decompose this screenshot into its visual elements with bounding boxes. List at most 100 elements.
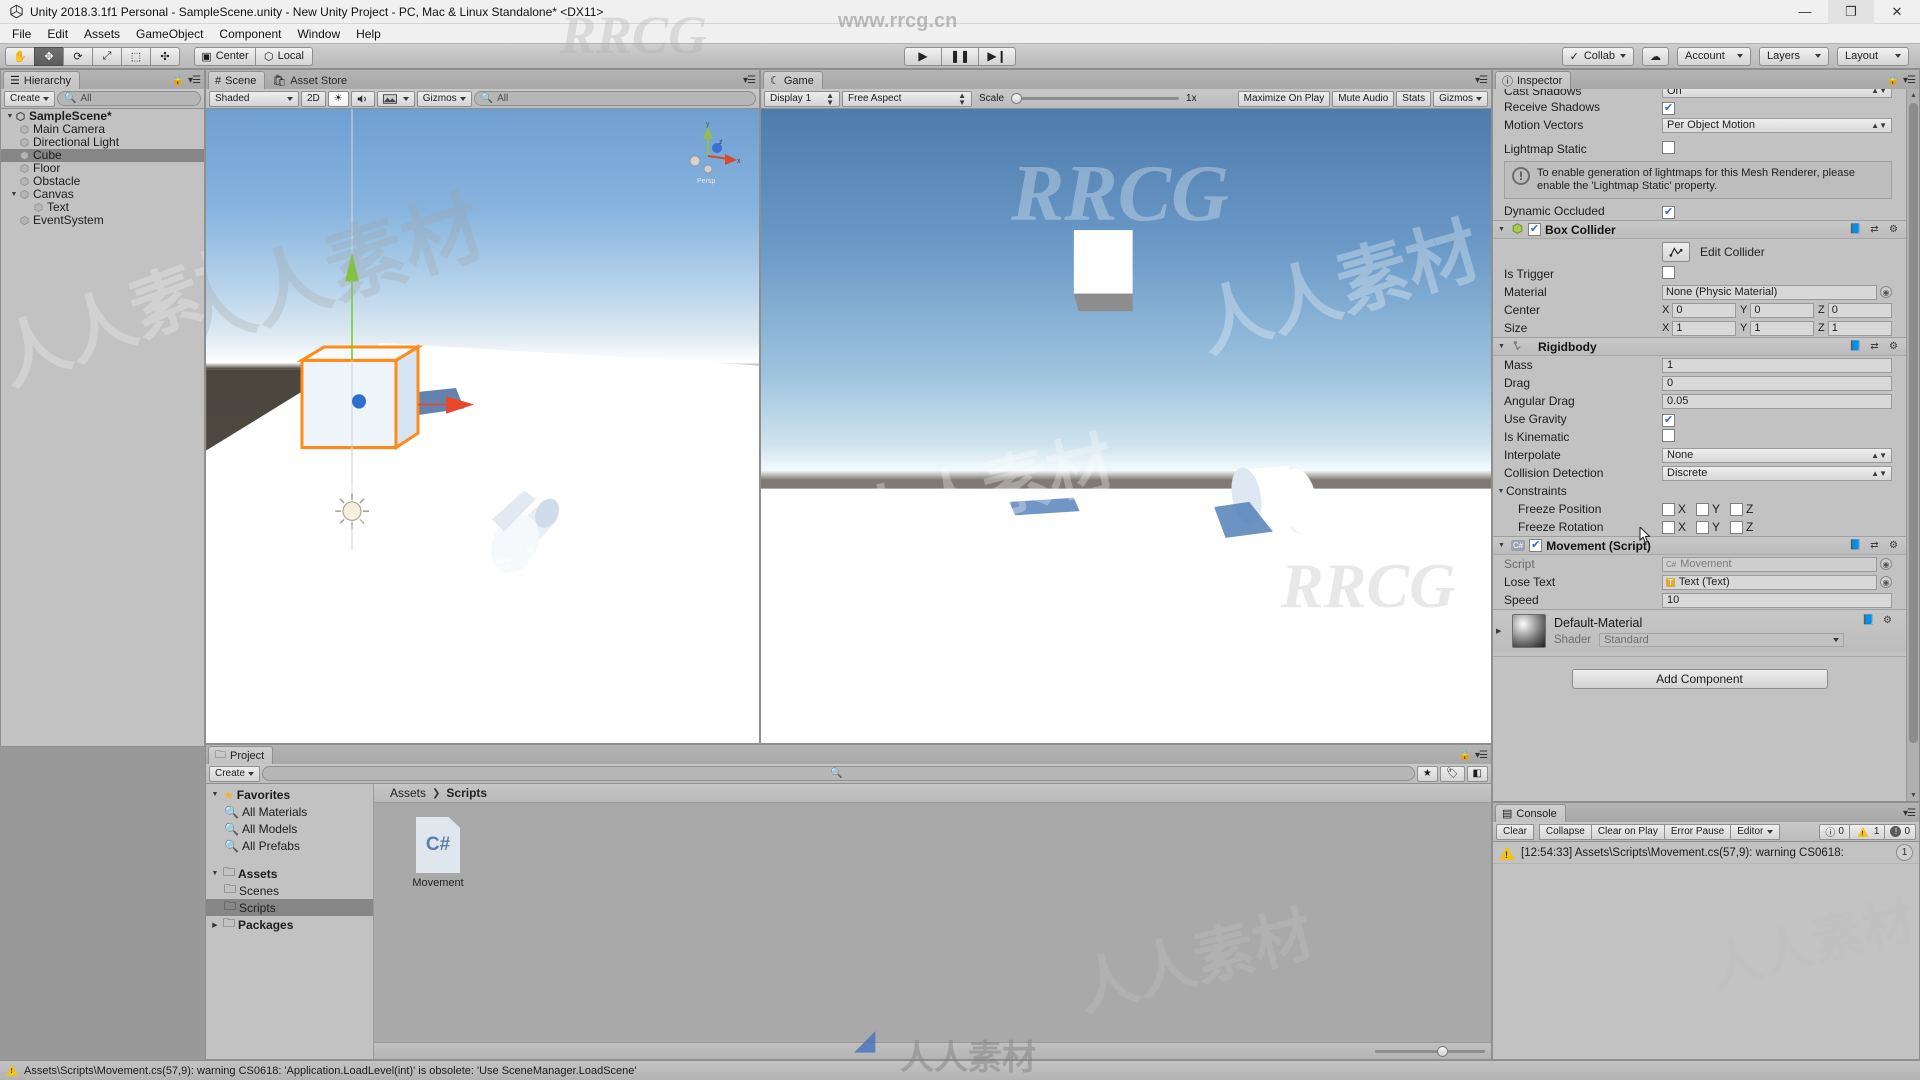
game-aspect-dropdown[interactable]: Free Aspect ▲ ▼ [842,90,972,107]
console-warning-count[interactable]: 1 [1848,823,1886,840]
tab-scene[interactable]: # Scene [208,71,266,89]
project-filter-label-icon[interactable]: 🏷 [1439,765,1465,782]
console-info-count[interactable]: ⓘ 0 [1819,823,1850,840]
box-collider-enabled-checkbox[interactable] [1528,223,1541,236]
project-tree-all-materials[interactable]: 🔍 All Materials [206,803,373,820]
lock-icon[interactable]: 🔒 [1887,75,1899,86]
help-icon[interactable]: 📘 [1849,539,1862,552]
game-maximize-on-play-toggle[interactable]: Maximize On Play [1237,90,1331,107]
tab-hierarchy[interactable]: ☰ Hierarchy [3,71,80,89]
console-collapse-toggle[interactable]: Collapse [1538,823,1592,840]
inspector-row-is-trigger[interactable]: Is Trigger [1493,265,1906,283]
cloud-button[interactable]: ☁ [1642,46,1669,66]
center-y[interactable]: Y 0 [1740,302,1814,318]
menu-file[interactable]: File [4,24,39,44]
inspector-row-collider-center[interactable]: Center X 0 Y 0 Z 0 [1493,301,1906,319]
freeze-position-y-checkbox[interactable] [1696,502,1710,516]
physic-material-input[interactable]: None (Physic Material) [1662,284,1877,300]
motion-vectors-dropdown[interactable]: Per Object Motion ▲▼ [1662,117,1892,133]
project-create-button[interactable]: Create [209,765,261,782]
console-log-list[interactable]: [12:54:33] Assets\Scripts\Movement.cs(57… [1493,842,1919,1059]
hierarchy-item-eventsystem[interactable]: EventSystem [1,214,204,227]
preset-icon[interactable]: ⇄ [1868,539,1881,552]
hand-tool-icon[interactable]: ✋ [5,46,35,66]
add-component-button[interactable]: Add Component [1571,669,1828,689]
inspector-row-drag[interactable]: Drag 0 [1493,374,1906,392]
console-clear-button[interactable]: Clear [1496,823,1534,840]
inspector-options-icon[interactable]: ▾☰ [1903,75,1916,86]
component-header-movement-script[interactable]: ▼ C# Movement (Script) 📘 ⇄ ⚙ [1493,536,1906,555]
console-error-count[interactable]: ! 0 [1884,823,1916,840]
breadcrumb-current[interactable]: Scripts [446,786,487,800]
expand-triangle-icon[interactable]: ▼ [5,113,15,120]
object-picker-icon[interactable]: ◉ [1880,558,1892,570]
inspector-row-angular-drag[interactable]: Angular Drag 0.05 [1493,392,1906,410]
menu-component[interactable]: Component [211,24,289,44]
project-tree-packages[interactable]: ▶ 🗀 Packages [206,916,373,933]
movement-script-enabled-checkbox[interactable] [1529,539,1543,552]
hierarchy-item-obstacle[interactable]: Obstacle [1,175,204,188]
inspector-row-receive-shadows[interactable]: Receive Shadows [1493,98,1906,116]
lose-text-input[interactable]: T Text (Text) [1662,574,1877,590]
component-header-rigidbody[interactable]: ▼ Rigidbody 📘 ⇄ ⚙ [1493,337,1906,356]
gear-icon[interactable]: ⚙ [1887,223,1900,236]
project-options-icon[interactable]: ▾☰ [1475,750,1488,761]
size-z[interactable]: Z 1 [1818,320,1892,336]
menu-help[interactable]: Help [348,24,389,44]
component-header-box-collider[interactable]: ▼ Box Collider 📘 ⇄ ⚙ [1493,220,1906,239]
material-block[interactable]: ▶ Default-Material Shader Standard 📘 ⚙ [1493,609,1906,652]
console-entry[interactable]: [12:54:33] Assets\Scripts\Movement.cs(57… [1493,842,1919,864]
project-search-input[interactable]: 🔍 [262,766,1415,781]
console-editor-dropdown[interactable]: Editor [1730,823,1781,840]
pivot-mode-button[interactable]: ▣ Center [194,46,256,66]
inspector-row-collision-detection[interactable]: Collision Detection Discrete ▲▼ [1493,464,1906,482]
physic-material-field[interactable]: None (Physic Material) ◉ [1662,284,1892,300]
inspector-row-script[interactable]: Script C# Movement ◉ [1493,555,1906,573]
inspector-row-interpolate[interactable]: Interpolate None ▲▼ [1493,446,1906,464]
layers-button[interactable]: Layers [1759,46,1829,66]
gear-icon[interactable]: ⚙ [1887,340,1900,353]
angular-drag-input[interactable]: 0.05 [1662,393,1892,409]
help-icon[interactable]: 📘 [1849,340,1862,353]
game-options-icon[interactable]: ▾☰ [1475,75,1488,86]
freeze-rotation-z-checkbox[interactable] [1730,520,1744,534]
hierarchy-item-canvas[interactable]: ▼ Canvas [1,188,204,201]
hierarchy-item-directional-light[interactable]: Directional Light [1,136,204,149]
asset-grid[interactable]: C# Movement 人人素材 [374,803,1491,1042]
scene-audio-toggle[interactable] [350,90,375,107]
menu-window[interactable]: Window [289,24,348,44]
tab-console[interactable]: ▤ Console [1495,804,1566,822]
project-tree-favorites[interactable]: ▼ ★ Favorites [206,786,373,803]
project-filter-type-icon[interactable]: ◧ [1466,765,1488,782]
game-stats-toggle[interactable]: Stats [1396,90,1432,107]
inspector-row-lose-text[interactable]: Lose Text T Text (Text) ◉ [1493,573,1906,591]
inspector-row-cast-shadows[interactable]: Cast Shadows On ▲▼ [1493,89,1906,98]
shader-dropdown[interactable]: Standard [1599,632,1844,647]
expand-triangle-icon[interactable]: ▶ [1496,627,1504,635]
center-z-input[interactable]: 0 [1827,302,1892,318]
play-button[interactable]: ▶ [904,46,942,66]
scene-fx-toggle[interactable] [376,90,415,107]
scene-options-icon[interactable]: ▾☰ [743,75,756,86]
scroll-up-icon[interactable]: ▲ [1907,89,1919,101]
is-trigger-checkbox[interactable] [1662,266,1675,279]
center-x[interactable]: X 0 [1662,302,1736,318]
step-button[interactable]: ▶❙ [978,46,1016,66]
center-x-input[interactable]: 0 [1672,302,1736,318]
project-tree-all-prefabs[interactable]: 🔍 All Prefabs [206,837,373,854]
expand-triangle-icon[interactable]: ▼ [210,791,220,798]
inspector-row-speed[interactable]: Speed 10 [1493,591,1906,609]
tab-asset-store[interactable]: 🛍 Asset Store [265,71,356,89]
console-clear-on-play-toggle[interactable]: Clear on Play [1590,823,1665,840]
project-tree[interactable]: ▼ ★ Favorites 🔍 All Materials 🔍 All Mode… [206,784,374,1059]
zoom-knob[interactable] [1436,1045,1448,1057]
speed-input[interactable]: 10 [1662,592,1892,608]
menu-edit[interactable]: Edit [39,24,76,44]
object-picker-icon[interactable]: ◉ [1880,286,1892,298]
status-bar[interactable]: Assets\Scripts\Movement.cs(57,9): warnin… [0,1060,1920,1080]
breadcrumb-root[interactable]: Assets [390,786,426,800]
scene-viewport[interactable]: y x z Persp RRCG 人人素材 人人素材 [206,109,759,743]
pause-button[interactable]: ❚❚ [941,46,979,66]
inspector-row-constraints[interactable]: ▼ Constraints [1493,482,1906,500]
inspector-row-collider-size[interactable]: Size X 1 Y 1 Z 1 [1493,319,1906,337]
